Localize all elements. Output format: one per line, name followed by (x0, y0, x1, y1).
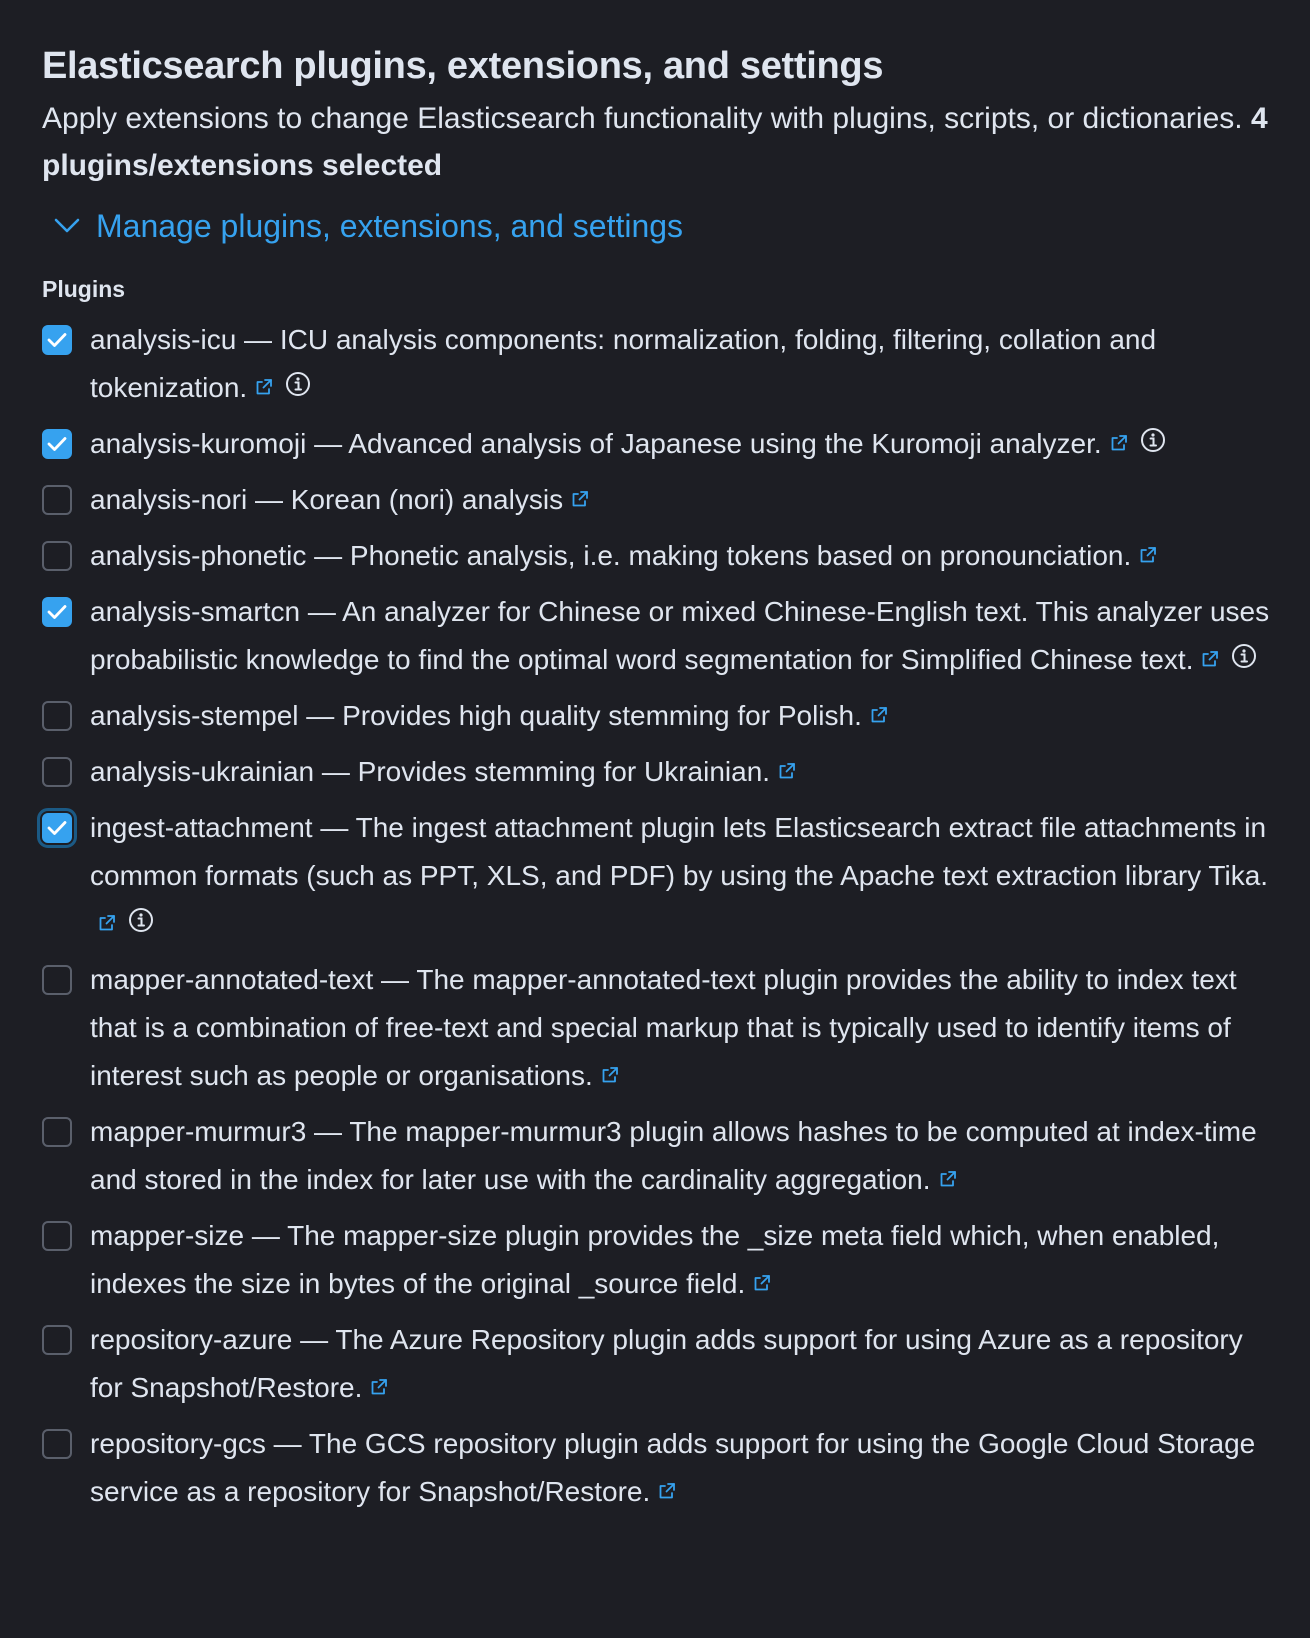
plugin-label[interactable]: analysis-nori — Korean (nori) analysis (90, 476, 1272, 524)
check-icon (47, 332, 67, 348)
plugin-item-analysis-ukrainian: analysis-ukrainian — Provides stemming f… (42, 748, 1272, 796)
external-link-icon[interactable] (870, 691, 888, 739)
checkbox-mapper-annotated-text[interactable] (42, 965, 72, 995)
checkbox-analysis-smartcn[interactable] (42, 597, 72, 627)
plugin-label[interactable]: repository-gcs — The GCS repository plug… (90, 1420, 1272, 1516)
checkbox-repository-azure[interactable] (42, 1325, 72, 1355)
checkbox-analysis-ukrainian[interactable] (42, 757, 72, 787)
checkbox-analysis-nori[interactable] (42, 485, 72, 515)
plugin-item-ingest-attachment: ingest-attachment — The ingest attachmen… (37, 804, 1272, 948)
plugin-item-mapper-murmur3: mapper-murmur3 — The mapper-murmur3 plug… (42, 1108, 1272, 1204)
plugin-label[interactable]: analysis-phonetic — Phonetic analysis, i… (90, 532, 1272, 580)
plugin-label[interactable]: analysis-stempel — Provides high quality… (90, 692, 1272, 740)
plugin-item-analysis-kuromoji: analysis-kuromoji — Advanced analysis of… (42, 420, 1272, 468)
plugin-description: mapper-size — The mapper-size plugin pro… (90, 1220, 1220, 1299)
checkbox-analysis-stempel[interactable] (42, 701, 72, 731)
plugin-label[interactable]: repository-azure — The Azure Repository … (90, 1316, 1272, 1412)
chevron-down-icon (52, 211, 82, 241)
external-link-icon[interactable] (571, 475, 589, 523)
plugin-item-analysis-stempel: analysis-stempel — Provides high quality… (42, 692, 1272, 740)
plugin-label[interactable]: ingest-attachment — The ingest attachmen… (90, 804, 1272, 948)
info-icon[interactable] (128, 900, 154, 948)
check-icon (47, 820, 67, 836)
external-link-icon[interactable] (255, 363, 273, 411)
external-link-icon[interactable] (753, 1259, 771, 1307)
plugin-label[interactable]: analysis-icu — ICU analysis components: … (90, 316, 1272, 412)
accordion-label: Manage plugins, extensions, and settings (96, 207, 684, 244)
plugin-item-repository-gcs: repository-gcs — The GCS repository plug… (42, 1420, 1272, 1516)
plugin-label[interactable]: analysis-kuromoji — Advanced analysis of… (90, 420, 1272, 468)
plugin-description: analysis-icu — ICU analysis components: … (90, 324, 1157, 403)
checkbox-analysis-phonetic[interactable] (42, 541, 72, 571)
plugin-item-mapper-annotated-text: mapper-annotated-text — The mapper-annot… (42, 956, 1272, 1100)
external-link-icon[interactable] (658, 1467, 676, 1515)
external-link-icon[interactable] (98, 899, 116, 947)
plugin-list: analysis-icu — ICU analysis components: … (37, 316, 1272, 1516)
checkbox-repository-gcs[interactable] (42, 1429, 72, 1459)
page-title: Elasticsearch plugins, extensions, and s… (42, 45, 884, 87)
plugin-description: analysis-phonetic — Phonetic analysis, i… (90, 540, 1132, 571)
external-link-icon[interactable] (1110, 419, 1128, 467)
external-link-icon[interactable] (370, 1363, 388, 1411)
description-text: Apply extensions to change Elasticsearch… (42, 102, 1243, 135)
plugin-description: analysis-ukrainian — Provides stemming f… (90, 756, 771, 787)
plugin-label[interactable]: mapper-murmur3 — The mapper-murmur3 plug… (90, 1108, 1272, 1204)
plugin-description: analysis-smartcn — An analyzer for Chine… (90, 596, 1270, 675)
plugin-item-repository-azure: repository-azure — The Azure Repository … (42, 1316, 1272, 1412)
external-link-icon[interactable] (1139, 531, 1157, 579)
info-icon[interactable] (1140, 420, 1166, 468)
plugin-description: ingest-attachment — The ingest attachmen… (90, 812, 1269, 891)
checkbox-ingest-attachment[interactable] (37, 808, 77, 848)
external-link-icon[interactable] (939, 1155, 957, 1203)
info-icon[interactable] (285, 364, 311, 412)
info-icon[interactable] (1231, 636, 1257, 684)
plugins-panel: Elasticsearch plugins, extensions, and s… (37, 40, 1272, 1524)
external-link-icon[interactable] (601, 1051, 619, 1099)
checkbox-analysis-icu[interactable] (42, 325, 72, 355)
plugin-description: analysis-kuromoji — Advanced analysis of… (90, 428, 1102, 459)
checkbox-analysis-kuromoji[interactable] (42, 429, 72, 459)
plugin-label[interactable]: analysis-ukrainian — Provides stemming f… (90, 748, 1272, 796)
plugin-item-analysis-nori: analysis-nori — Korean (nori) analysis (42, 476, 1272, 524)
page-description: Apply extensions to change Elasticsearch… (42, 95, 1272, 189)
plugin-description: analysis-stempel — Provides high quality… (90, 700, 862, 731)
plugin-label[interactable]: analysis-smartcn — An analyzer for Chine… (90, 588, 1272, 684)
plugin-label[interactable]: mapper-size — The mapper-size plugin pro… (90, 1212, 1272, 1308)
checkbox-mapper-size[interactable] (42, 1221, 72, 1251)
plugin-item-analysis-icu: analysis-icu — ICU analysis components: … (42, 316, 1272, 412)
manage-plugins-accordion-toggle[interactable]: Manage plugins, extensions, and settings (42, 201, 1272, 251)
plugin-description: repository-azure — The Azure Repository … (90, 1324, 1243, 1403)
plugin-item-analysis-phonetic: analysis-phonetic — Phonetic analysis, i… (42, 532, 1272, 580)
check-icon (47, 604, 67, 620)
plugin-item-analysis-smartcn: analysis-smartcn — An analyzer for Chine… (42, 588, 1272, 684)
plugin-item-mapper-size: mapper-size — The mapper-size plugin pro… (42, 1212, 1272, 1308)
plugins-section-label: Plugins (42, 276, 126, 302)
plugin-description: mapper-annotated-text — The mapper-annot… (90, 964, 1237, 1091)
plugin-description: analysis-nori — Korean (nori) analysis (90, 484, 564, 515)
checkbox-mapper-murmur3[interactable] (42, 1117, 72, 1147)
check-icon (47, 436, 67, 452)
external-link-icon[interactable] (1201, 635, 1219, 683)
plugin-label[interactable]: mapper-annotated-text — The mapper-annot… (90, 956, 1272, 1100)
external-link-icon[interactable] (778, 747, 796, 795)
plugin-description: mapper-murmur3 — The mapper-murmur3 plug… (90, 1116, 1257, 1195)
